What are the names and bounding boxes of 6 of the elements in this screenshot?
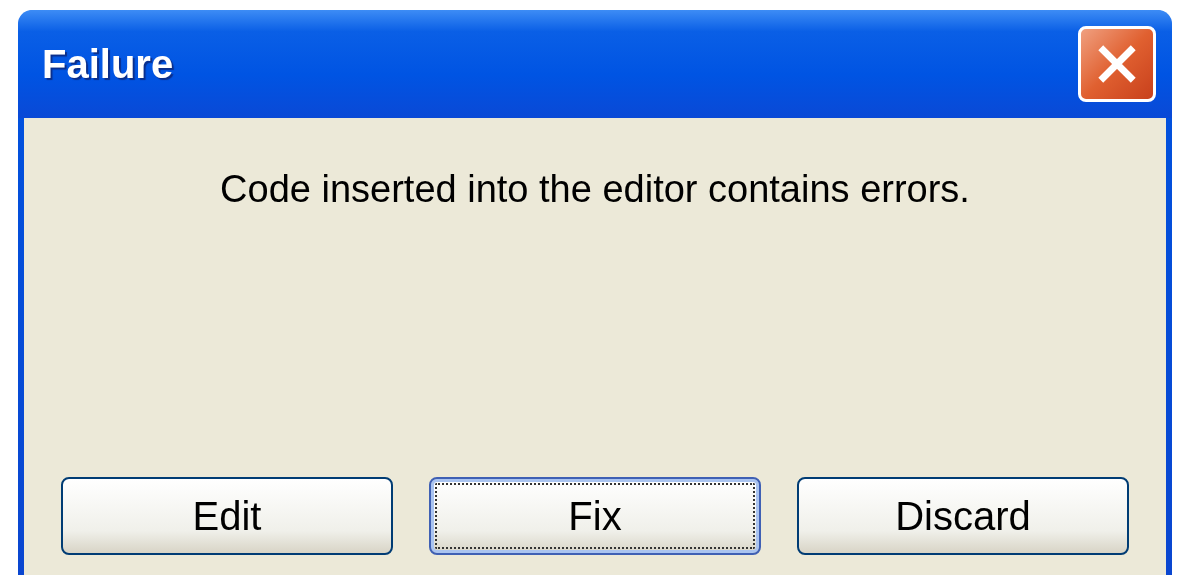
close-button[interactable] bbox=[1078, 26, 1156, 102]
dialog-button[interactable]: Discard bbox=[797, 477, 1129, 555]
error-message: Code inserted into the editor contains errors. bbox=[220, 168, 970, 211]
dialog-button[interactable]: Edit bbox=[61, 477, 393, 555]
dialog-button[interactable]: Fix bbox=[429, 477, 761, 555]
window-title: Failure bbox=[42, 41, 174, 87]
